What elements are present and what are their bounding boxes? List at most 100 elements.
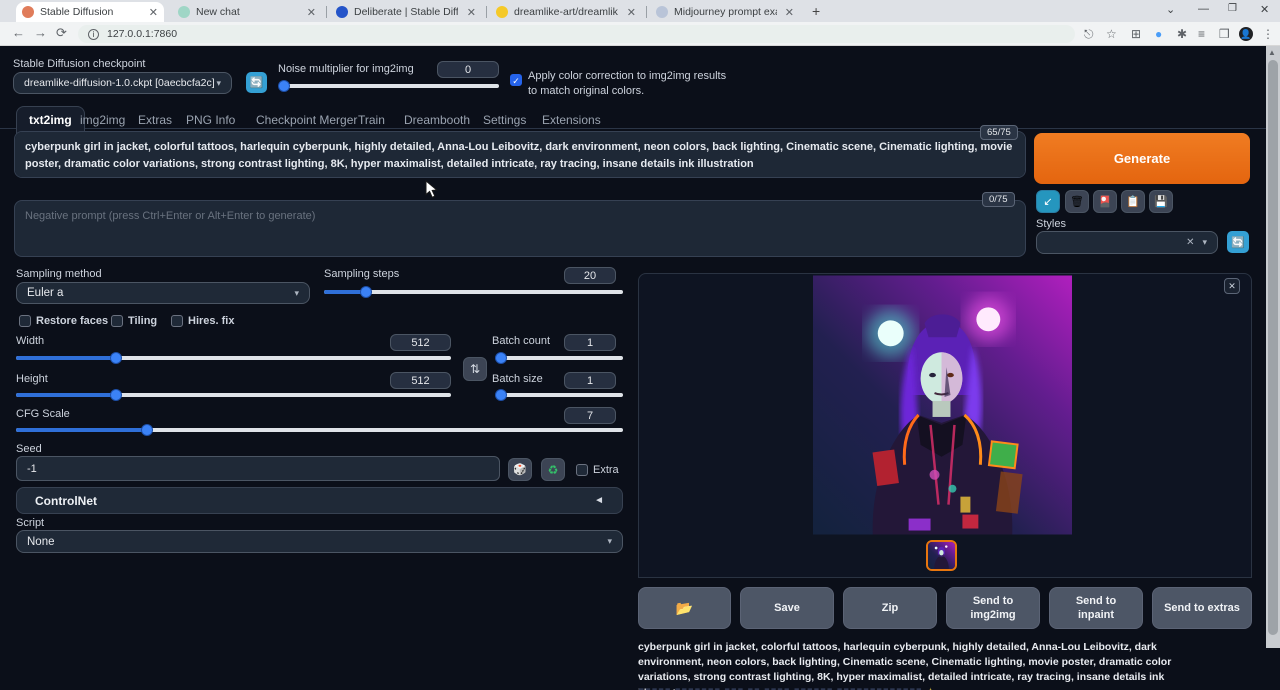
color-correction-checkbox[interactable]: ✓: [510, 74, 522, 86]
chevron-down-icon[interactable]: ⌄: [1166, 3, 1175, 16]
batch-size-value[interactable]: 1: [564, 372, 616, 389]
hires-fix-label: Hires. fix: [188, 315, 234, 327]
cfg-scale-value[interactable]: 7: [564, 407, 616, 424]
slider-handle[interactable]: [495, 352, 507, 364]
batch-count-slider[interactable]: [495, 356, 623, 360]
tab-png-info[interactable]: PNG Info: [184, 107, 237, 133]
browser-tab-new-chat[interactable]: New chat ✕: [172, 2, 322, 22]
address-bar[interactable]: i 127.0.0.1:7860: [78, 25, 1075, 43]
generated-image[interactable]: [813, 275, 1072, 535]
zip-button[interactable]: Zip: [843, 587, 937, 629]
send-to-img2img-button[interactable]: Send to img2img: [946, 587, 1040, 629]
slider-handle[interactable]: [360, 286, 372, 298]
extension-grid-icon[interactable]: ⊞: [1131, 27, 1141, 41]
tab-checkpoint-merger[interactable]: Checkpoint Merger: [254, 107, 359, 133]
sampling-steps-value[interactable]: 20: [564, 267, 616, 284]
styles-refresh-button[interactable]: 🔄: [1227, 231, 1249, 253]
checkpoint-dropdown[interactable]: dreamlike-diffusion-1.0.ckpt [0aecbcfa2c…: [13, 72, 232, 94]
close-window-icon[interactable]: ✕: [1260, 3, 1269, 16]
restore-faces-checkbox[interactable]: [19, 315, 31, 327]
controlnet-accordion[interactable]: ControlNet ◄: [16, 487, 623, 514]
tab-txt2img[interactable]: txt2img: [16, 106, 85, 134]
slider-handle[interactable]: [278, 80, 290, 92]
slider-handle[interactable]: [141, 424, 153, 436]
forward-icon[interactable]: →: [34, 25, 47, 40]
send-to-inpaint-button[interactable]: Send to inpaint: [1049, 587, 1143, 629]
result-thumbnail[interactable]: [926, 540, 957, 571]
prompt-input[interactable]: cyberpunk girl in jacket, colorful tatto…: [14, 131, 1026, 178]
noise-multiplier-value[interactable]: 0: [437, 61, 499, 78]
tab-close-icon[interactable]: ✕: [777, 6, 794, 19]
site-info-icon[interactable]: i: [88, 29, 99, 40]
restore-icon[interactable]: ❐: [1228, 3, 1237, 14]
extensions-puzzle-icon[interactable]: ✱: [1177, 27, 1187, 41]
random-seed-button[interactable]: 🎲: [508, 458, 532, 481]
tab-train[interactable]: Train: [356, 107, 387, 133]
mouse-cursor: [425, 180, 438, 204]
width-value[interactable]: 512: [390, 334, 451, 351]
width-slider[interactable]: [16, 356, 451, 360]
tab-close-icon[interactable]: ✕: [299, 6, 316, 19]
swap-dimensions-button[interactable]: ⇅: [463, 357, 487, 381]
tab-close-icon[interactable]: ✕: [619, 6, 636, 19]
save-button[interactable]: Save: [740, 587, 834, 629]
paste-params-button[interactable]: ↙: [1036, 190, 1060, 213]
checkpoint-refresh-button[interactable]: 🔄: [246, 72, 267, 93]
apply-style-button[interactable]: 📋: [1121, 190, 1145, 213]
seed-input[interactable]: [16, 456, 500, 481]
tab-settings[interactable]: Settings: [481, 107, 528, 133]
scrollbar-thumb[interactable]: [1268, 60, 1278, 635]
tab-extras[interactable]: Extras: [136, 107, 174, 133]
open-folder-button[interactable]: 📂: [638, 587, 731, 629]
sampling-steps-slider[interactable]: [324, 290, 623, 294]
slider-handle[interactable]: [495, 389, 507, 401]
share-icon[interactable]: ⎋: [1084, 27, 1094, 42]
browser-tab-dreamlike[interactable]: dreamlike-art/dreamlike-diffusio ✕: [490, 2, 642, 22]
browser-tab-midjourney[interactable]: Midjourney prompt examples : L ✕: [650, 2, 800, 22]
sampling-method-dropdown[interactable]: Euler a ▾: [16, 282, 310, 304]
extra-networks-button[interactable]: 🎴: [1093, 190, 1117, 213]
negative-prompt-input[interactable]: [14, 200, 1026, 257]
tab-extensions[interactable]: Extensions: [540, 107, 603, 133]
reload-icon[interactable]: ⟳: [56, 25, 67, 41]
chevron-down-icon: ▾: [607, 536, 612, 547]
profile-avatar[interactable]: 👤: [1239, 27, 1253, 41]
noise-multiplier-slider[interactable]: [280, 84, 499, 88]
clear-prompt-button[interactable]: 🗑: [1065, 190, 1089, 213]
scrollbar-up-icon[interactable]: ▲: [1268, 48, 1276, 57]
browser-tab-stable-diffusion[interactable]: Stable Diffusion ✕: [16, 2, 164, 22]
browser-tab-title: Midjourney prompt examples : L: [674, 6, 777, 18]
clear-selection-icon[interactable]: ✕: [1186, 237, 1194, 248]
batch-count-value[interactable]: 1: [564, 334, 616, 351]
browser-tab-deliberate[interactable]: Deliberate | Stable Diffusion Che ✕: [330, 2, 482, 22]
clipped-info-line: ▮▮▮▮▮ ▮▮▮▮▮▮▮ ▮▮▮ ▮▮ ▮▮▮▮ ▮▮▮▮▮▮ ▮▮▮▮▮▮▮…: [638, 685, 1204, 690]
bookmark-star-icon[interactable]: ☆: [1106, 27, 1117, 41]
height-slider[interactable]: [16, 393, 451, 397]
reuse-seed-button[interactable]: ♻: [541, 458, 565, 481]
batch-size-slider[interactable]: [495, 393, 623, 397]
tab-dreambooth[interactable]: Dreambooth: [402, 107, 472, 133]
slider-handle[interactable]: [110, 389, 122, 401]
extra-seed-checkbox[interactable]: [576, 464, 588, 476]
tab-img2img[interactable]: img2img: [78, 107, 127, 133]
tab-close-icon[interactable]: ✕: [141, 6, 158, 19]
reading-list-icon[interactable]: ≡: [1198, 27, 1205, 41]
extension-blue-icon[interactable]: ●: [1155, 27, 1162, 41]
menu-dots-icon[interactable]: ⋮: [1262, 27, 1274, 41]
minimize-icon[interactable]: —: [1198, 3, 1209, 15]
height-value[interactable]: 512: [390, 372, 451, 389]
save-style-button[interactable]: 💾: [1149, 190, 1173, 213]
generate-button[interactable]: Generate: [1034, 133, 1250, 184]
slider-handle[interactable]: [110, 352, 122, 364]
cfg-scale-slider[interactable]: [16, 428, 623, 432]
tiling-checkbox[interactable]: [111, 315, 123, 327]
styles-dropdown[interactable]: ✕ ▾: [1036, 231, 1218, 254]
side-panel-icon[interactable]: ❒: [1219, 27, 1230, 41]
close-image-button[interactable]: ✕: [1224, 278, 1240, 294]
tab-close-icon[interactable]: ✕: [459, 6, 476, 19]
script-dropdown[interactable]: None ▾: [16, 530, 623, 553]
back-icon[interactable]: ←: [12, 25, 25, 40]
send-to-extras-button[interactable]: Send to extras: [1152, 587, 1252, 629]
new-tab-button[interactable]: +: [812, 3, 820, 19]
hires-fix-checkbox[interactable]: [171, 315, 183, 327]
